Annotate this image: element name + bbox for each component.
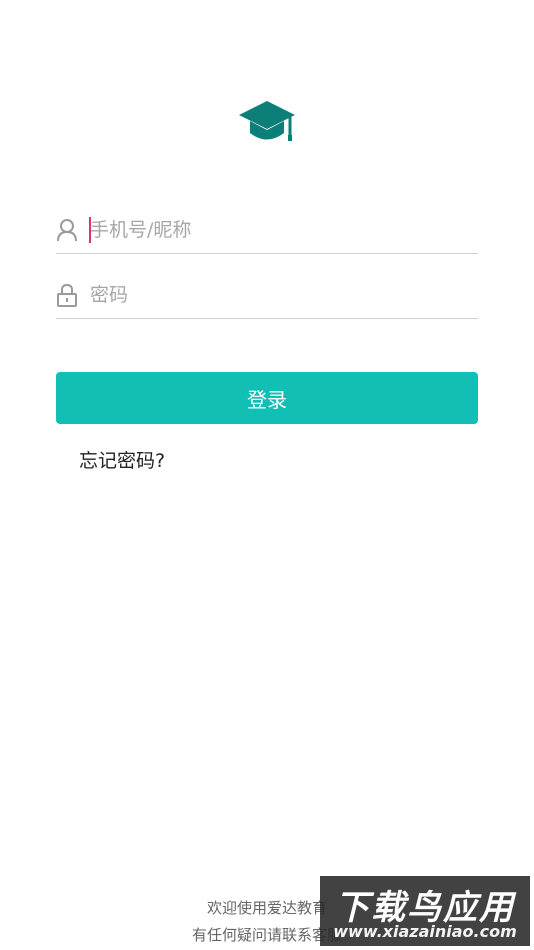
username-field (56, 213, 478, 254)
forgot-password-link[interactable]: 忘记密码? (79, 446, 165, 473)
password-input[interactable] (88, 280, 470, 310)
password-field (56, 278, 478, 319)
graduation-cap-icon (239, 101, 295, 141)
login-button[interactable]: 登录 (56, 372, 478, 424)
watermark-url: www.xiazainiao.com (333, 922, 517, 941)
user-icon (57, 219, 77, 242)
lock-icon (57, 283, 77, 307)
username-input[interactable] (88, 215, 470, 245)
watermark-logo: 下载鸟应用 www.xiazainiao.com (320, 876, 530, 946)
